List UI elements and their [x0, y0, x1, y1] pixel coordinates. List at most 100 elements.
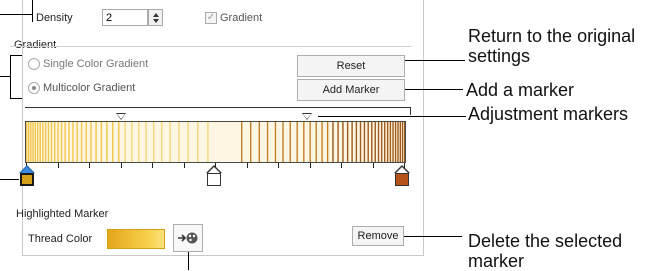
- leader-reset: [405, 60, 465, 61]
- gradient-stripe: [346, 122, 349, 162]
- add-marker-button[interactable]: Add Marker: [297, 79, 405, 101]
- leader-remove: [404, 236, 462, 237]
- gradient-stripe: [399, 122, 402, 162]
- color-marker[interactable]: [19, 165, 35, 187]
- scale-tick: [152, 163, 153, 168]
- gradient-stripe: [47, 122, 50, 162]
- color-marker[interactable]: [206, 165, 222, 187]
- marker-cap: [394, 165, 410, 173]
- gradient-stripe: [207, 122, 209, 162]
- gradient-checkbox[interactable]: ✓: [205, 12, 217, 24]
- adjustment-track-right-end: [410, 107, 411, 115]
- gradient-bar[interactable]: [25, 121, 406, 163]
- gradient-stripe: [274, 122, 277, 162]
- scale-tick: [89, 163, 90, 168]
- adjustment-marker[interactable]: [302, 113, 312, 120]
- gradient-stripe: [401, 122, 404, 162]
- marker-swatch: [395, 173, 409, 186]
- gradient-stripe: [145, 122, 147, 162]
- gradient-stripe: [124, 122, 126, 162]
- remove-button[interactable]: Remove: [352, 226, 404, 246]
- gradient-stripe: [90, 122, 92, 162]
- gradient-stripe: [68, 122, 70, 162]
- gradient-stripe: [106, 122, 108, 162]
- color-marker[interactable]: [394, 165, 410, 187]
- gradient-stripe: [95, 122, 97, 162]
- gradient-stripe: [337, 122, 339, 162]
- marker-cap: [206, 165, 222, 173]
- thread-color-label: Thread Color: [28, 233, 93, 245]
- callout-remove: Delete the selected marker: [468, 231, 653, 271]
- gradient-stripe: [386, 122, 389, 162]
- gradient-stripe: [241, 122, 243, 162]
- single-color-radio[interactable]: [28, 58, 40, 70]
- gradient-stripe: [60, 122, 63, 162]
- multicolor-label: Multicolor Gradient: [43, 82, 136, 94]
- leader-color-marker: [0, 179, 19, 180]
- gradient-stripe: [377, 122, 380, 162]
- scale-tick: [120, 163, 122, 168]
- gradient-stripe: [374, 122, 376, 162]
- spin-down-icon: [153, 19, 159, 23]
- gradient-stripe: [72, 122, 74, 162]
- gradient-stripe: [26, 122, 28, 162]
- leader-radio-bracket: [10, 55, 11, 99]
- callout-remove-text: Delete the selected marker: [468, 231, 623, 271]
- leader-picker: [188, 252, 189, 270]
- leader-density: [0, 14, 32, 15]
- gradient-stripe: [351, 122, 353, 162]
- scale-tick: [278, 163, 279, 168]
- gradient-stripe: [332, 122, 334, 162]
- gradient-stripe: [321, 122, 323, 162]
- gradient-checkbox-label: Gradient: [220, 12, 263, 24]
- gradient-stripe: [36, 122, 39, 162]
- spin-up-icon: [153, 13, 159, 17]
- gradient-stripes: [26, 122, 405, 162]
- gradient-stripe: [381, 122, 383, 162]
- gradient-stripe: [39, 122, 41, 162]
- marker-swatch: [20, 173, 34, 186]
- density-label: Density: [36, 12, 73, 24]
- marker-swatch: [207, 173, 221, 186]
- multicolor-radio[interactable]: [28, 82, 40, 94]
- callout-reset: Return to the original settings: [468, 26, 648, 66]
- gradient-stripe: [169, 122, 171, 162]
- gradient-stripe: [289, 122, 291, 162]
- gradient-stripe: [54, 122, 56, 162]
- gradient-stripe: [389, 122, 392, 162]
- gradient-stripe: [57, 122, 59, 162]
- gradient-stripe: [355, 122, 358, 162]
- marker-cap: [19, 165, 35, 173]
- gradient-stripe: [266, 122, 269, 162]
- scale-tick: [183, 163, 185, 168]
- gradient-stripe: [138, 122, 140, 162]
- gradient-stripe: [250, 122, 252, 162]
- gradient-stripe: [363, 122, 366, 162]
- gradient-stripe: [315, 122, 317, 162]
- gradient-stripe: [371, 122, 373, 162]
- scale-tick: [309, 163, 311, 168]
- gradient-stripe: [76, 122, 78, 162]
- gradient-stripe: [359, 122, 362, 162]
- scale-tick: [341, 163, 342, 168]
- adjustment-marker[interactable]: [116, 113, 126, 120]
- color-picker-button[interactable]: [173, 224, 203, 252]
- leader-radio: [0, 76, 10, 77]
- density-spinner[interactable]: [148, 9, 163, 26]
- gradient-stripe: [80, 122, 83, 162]
- gradient-stripe: [392, 122, 394, 162]
- color-picker-icon: [178, 232, 198, 243]
- gradient-stripe: [258, 122, 261, 162]
- thread-color-swatch[interactable]: [107, 229, 165, 249]
- gradient-stripe: [384, 122, 386, 162]
- gradient-stripe: [187, 122, 189, 162]
- leader-adjustment: [318, 116, 466, 117]
- gradient-stripe: [326, 122, 329, 162]
- scale-tick: [372, 163, 374, 168]
- density-input[interactable]: [102, 9, 148, 26]
- gradient-stripe: [42, 122, 44, 162]
- gradient-group-frame: [10, 46, 411, 48]
- gradient-stripe: [64, 122, 66, 162]
- gradient-stripe: [397, 122, 399, 162]
- reset-button[interactable]: Reset: [297, 55, 405, 77]
